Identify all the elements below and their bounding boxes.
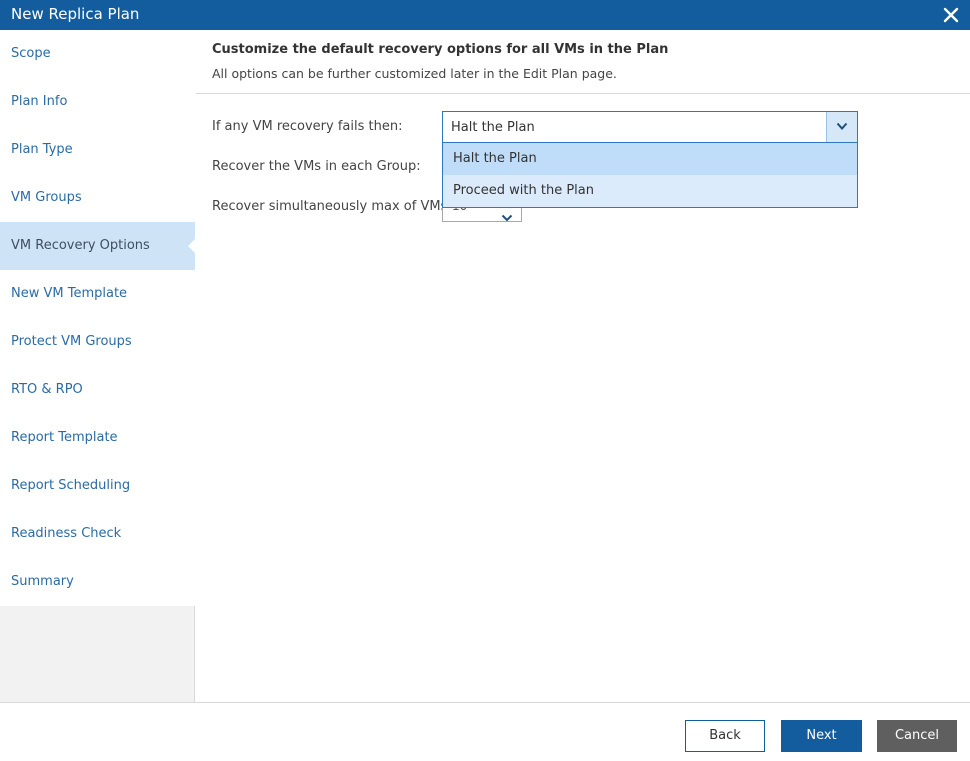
on-failure-selected-value: Halt the Plan	[451, 120, 535, 135]
option-proceed-with-the-plan[interactable]: Proceed with the Plan	[443, 175, 857, 207]
sidebar-item-plan-info[interactable]: Plan Info	[0, 78, 195, 126]
close-icon[interactable]	[940, 4, 962, 26]
on-failure-label: If any VM recovery fails then:	[212, 119, 403, 134]
sidebar-item-new-vm-template[interactable]: New VM Template	[0, 270, 195, 318]
sidebar-item-vm-recovery-options[interactable]: VM Recovery Options	[0, 222, 196, 270]
sidebar-item-scope[interactable]: Scope	[0, 30, 195, 78]
page-header: Customize the default recovery options f…	[196, 30, 970, 94]
on-failure-dropdown[interactable]: Halt the Plan Halt the Plan Proceed with…	[442, 111, 858, 208]
sidebar-item-summary[interactable]: Summary	[0, 558, 195, 606]
group-order-label: Recover the VMs in each Group:	[212, 159, 421, 174]
dropdown-toggle-button[interactable]	[826, 112, 857, 142]
cancel-button[interactable]: Cancel	[877, 720, 957, 752]
option-halt-the-plan[interactable]: Halt the Plan	[443, 143, 857, 175]
page-title: Customize the default recovery options f…	[212, 42, 669, 57]
chevron-down-icon	[836, 122, 848, 130]
sidebar-item-readiness-check[interactable]: Readiness Check	[0, 510, 195, 558]
new-replica-plan-dialog: New Replica Plan Scope Plan Info Plan Ty…	[0, 0, 970, 761]
title-bar: New Replica Plan	[0, 0, 970, 30]
sidebar-item-report-template[interactable]: Report Template	[0, 414, 195, 462]
max-vms-label: Recover simultaneously max of VMs:	[212, 199, 452, 214]
sidebar-item-plan-type[interactable]: Plan Type	[0, 126, 195, 174]
page-subtitle: All options can be further customized la…	[212, 66, 617, 81]
next-button[interactable]: Next	[781, 720, 862, 752]
sidebar-item-vm-groups[interactable]: VM Groups	[0, 174, 195, 222]
sidebar-item-rto-rpo[interactable]: RTO & RPO	[0, 366, 195, 414]
sidebar-item-protect-vm-groups[interactable]: Protect VM Groups	[0, 318, 195, 366]
on-failure-select[interactable]: Halt the Plan	[443, 112, 857, 143]
chevron-down-icon	[501, 207, 513, 226]
back-button[interactable]: Back	[685, 720, 765, 752]
wizard-step-list: Scope Plan Info Plan Type VM Groups VM R…	[0, 30, 196, 606]
wizard-sidebar: Scope Plan Info Plan Type VM Groups VM R…	[0, 30, 196, 702]
dialog-title: New Replica Plan	[11, 5, 140, 23]
main-content: Customize the default recovery options f…	[196, 30, 970, 702]
wizard-footer: Back Next Cancel	[0, 702, 970, 761]
sidebar-item-report-scheduling[interactable]: Report Scheduling	[0, 462, 195, 510]
